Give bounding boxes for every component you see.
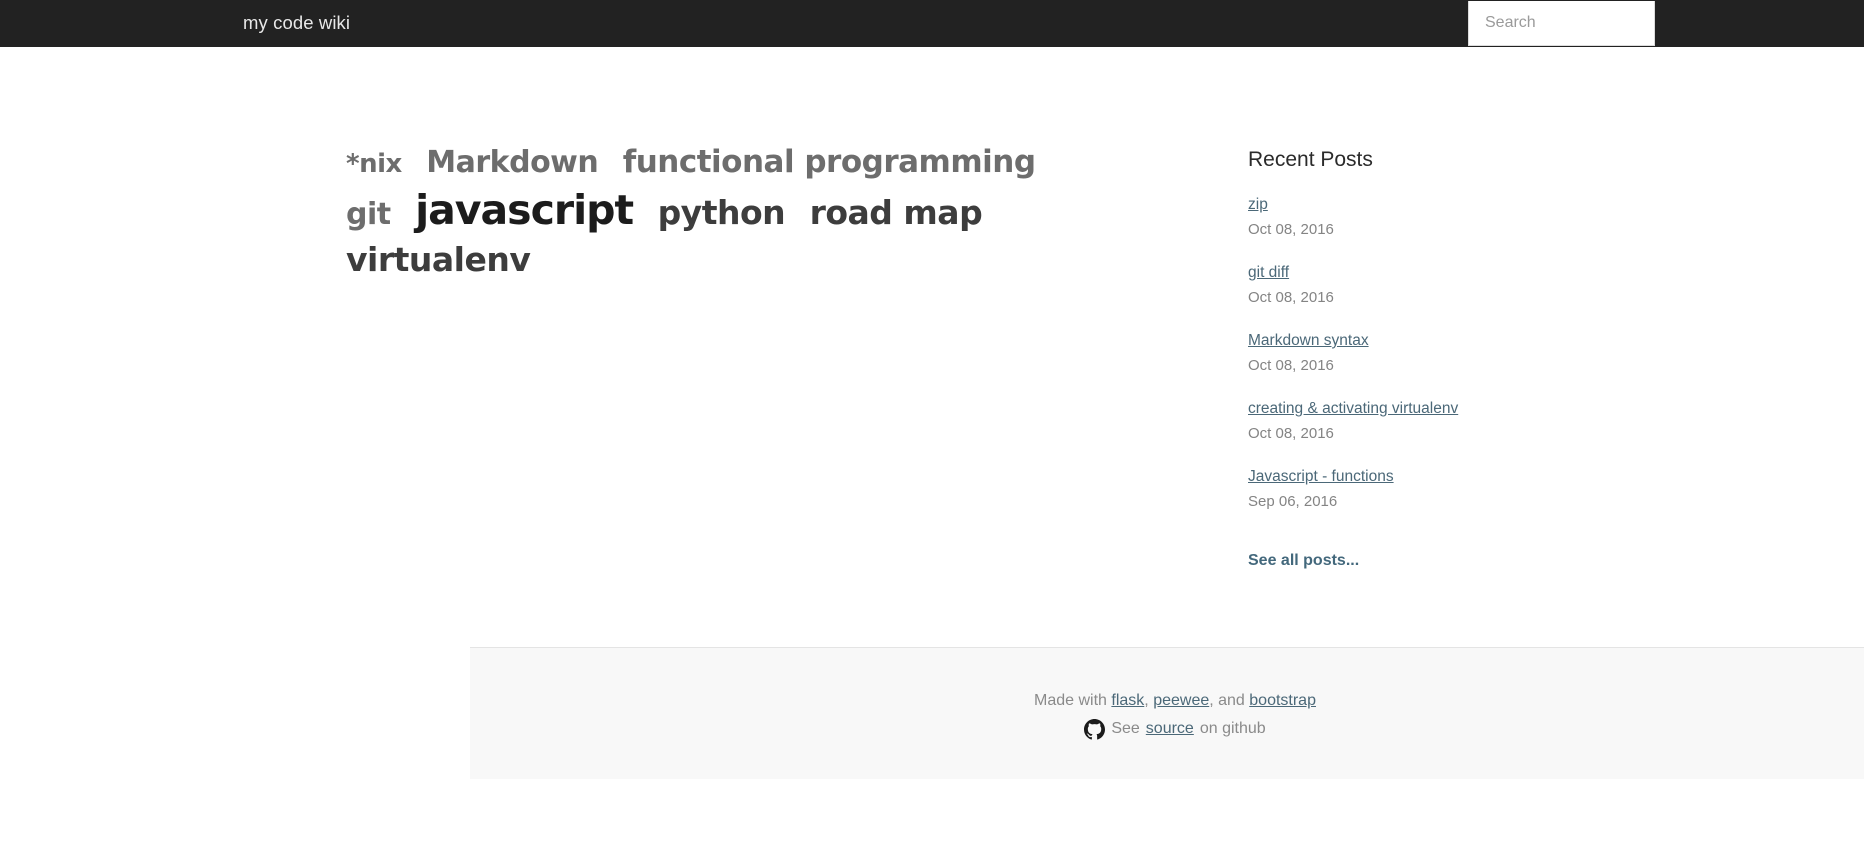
recent-post-item: zip Oct 08, 2016: [1248, 195, 1588, 240]
recent-post-link[interactable]: creating & activating virtualenv: [1248, 399, 1458, 419]
top-navbar: my code wiki: [0, 0, 1864, 47]
footer-see-text: See: [1111, 720, 1140, 737]
tag-cloud-row: virtualenv: [346, 243, 1046, 276]
tag-road-map[interactable]: road map: [810, 196, 983, 229]
bootstrap-link[interactable]: bootstrap: [1249, 692, 1316, 709]
footer-separator: ,: [1144, 692, 1154, 709]
tag-nix[interactable]: *nix: [346, 151, 402, 177]
footer-made-with-text: Made with: [1034, 692, 1112, 709]
flask-link[interactable]: flask: [1111, 692, 1144, 709]
footer-github-text: on github: [1199, 720, 1266, 737]
recent-post-date: Oct 08, 2016: [1248, 289, 1334, 306]
recent-post-link[interactable]: Javascript - functions: [1248, 467, 1394, 487]
tag-javascript[interactable]: javascript: [415, 190, 634, 231]
page-footer: Made with flask, peewee, and bootstrap S…: [470, 647, 1864, 779]
recent-post-date: Oct 08, 2016: [1248, 425, 1334, 442]
recent-post-item: Javascript - functions Sep 06, 2016: [1248, 467, 1588, 512]
recent-posts-title: Recent Posts: [1248, 148, 1373, 171]
recent-posts-sidebar: Recent Posts zip Oct 08, 2016 git diff O…: [1248, 147, 1588, 571]
peewee-link[interactable]: peewee: [1153, 692, 1209, 709]
tag-functional-programming[interactable]: functional programming: [623, 147, 1036, 178]
footer-source-line: See source on github: [470, 718, 1864, 740]
footer-credits-line: Made with flask, peewee, and bootstrap: [470, 690, 1864, 712]
search-container: [1468, 1, 1655, 46]
tag-cloud-row: git javascript python road map: [346, 190, 1046, 231]
tag-cloud-row: *nix Markdown functional programming: [346, 147, 1046, 178]
recent-post-date: Oct 08, 2016: [1248, 221, 1334, 238]
tag-markdown[interactable]: Markdown: [426, 148, 599, 178]
site-brand-link[interactable]: my code wiki: [243, 11, 350, 35]
recent-post-date: Oct 08, 2016: [1248, 357, 1334, 374]
recent-post-link[interactable]: Markdown syntax: [1248, 331, 1369, 351]
tag-virtualenv[interactable]: virtualenv: [346, 243, 531, 276]
tag-git[interactable]: git: [346, 200, 391, 230]
tag-cloud: *nix Markdown functional programming git…: [346, 147, 1046, 288]
search-input[interactable]: [1468, 1, 1655, 46]
see-all-posts-link[interactable]: See all posts...: [1248, 550, 1359, 571]
tag-python[interactable]: python: [658, 196, 786, 229]
recent-post-item: Markdown syntax Oct 08, 2016: [1248, 331, 1588, 376]
github-octocat-icon: [1084, 718, 1106, 740]
recent-post-date: Sep 06, 2016: [1248, 493, 1338, 510]
recent-post-link[interactable]: git diff: [1248, 263, 1289, 283]
footer-separator: , and: [1209, 692, 1250, 709]
recent-post-item: git diff Oct 08, 2016: [1248, 263, 1588, 308]
recent-post-link[interactable]: zip: [1248, 195, 1268, 215]
source-link[interactable]: source: [1146, 718, 1194, 740]
recent-post-item: creating & activating virtualenv Oct 08,…: [1248, 399, 1588, 444]
